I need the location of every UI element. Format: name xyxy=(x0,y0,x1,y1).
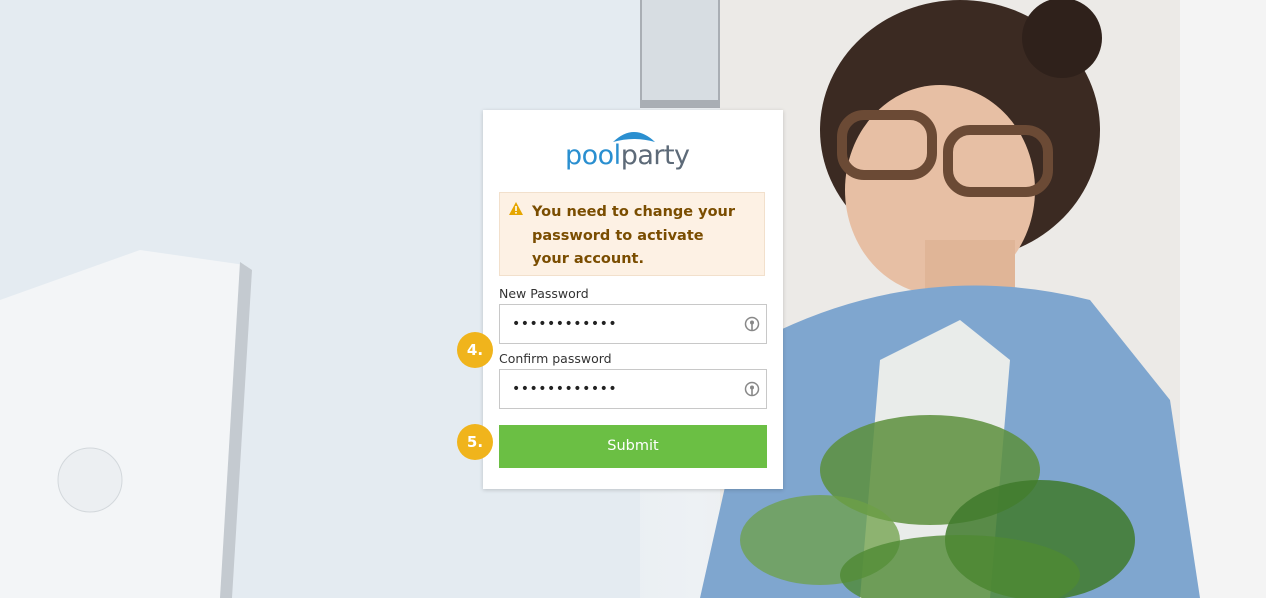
change-password-card: poolparty You need to change your passwo… xyxy=(483,110,783,489)
logo-text-pool: pool xyxy=(565,140,621,171)
submit-button[interactable]: Submit xyxy=(499,425,767,468)
confirm-password-value: •••••••••••• xyxy=(512,381,618,397)
confirm-password-field[interactable]: •••••••••••• xyxy=(499,369,767,409)
warning-icon xyxy=(509,202,523,215)
step-4-badge: 4. xyxy=(457,332,493,368)
password-key-icon[interactable] xyxy=(744,381,760,399)
logo-text-party: party xyxy=(620,140,690,171)
alert-message: You need to change your password to acti… xyxy=(532,204,736,267)
activation-warning-alert: You need to change your password to acti… xyxy=(499,192,765,276)
new-password-field[interactable]: •••••••••••• xyxy=(499,304,767,344)
poolparty-logo: poolparty xyxy=(483,128,783,174)
new-password-value: •••••••••••• xyxy=(512,316,618,332)
password-key-icon[interactable] xyxy=(744,316,760,334)
logo-text: poolparty xyxy=(565,140,690,171)
new-password-label: New Password xyxy=(499,286,589,301)
step-5-badge: 5. xyxy=(457,424,493,460)
confirm-password-label: Confirm password xyxy=(499,351,612,366)
